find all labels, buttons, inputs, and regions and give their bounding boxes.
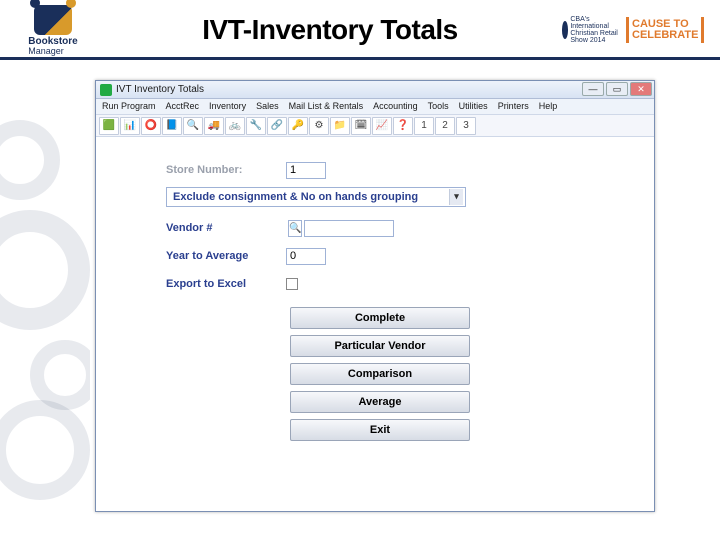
toolbar-num-2[interactable]: 2	[435, 117, 455, 135]
toolbar-icon-13[interactable]: 🗓	[351, 117, 371, 135]
toolbar-icon-6[interactable]: 🚚	[204, 117, 224, 135]
toolbar-num-3[interactable]: 3	[456, 117, 476, 135]
toolbar-icon-8[interactable]: 🔧	[246, 117, 266, 135]
toolbar-icon-14[interactable]: 📈	[372, 117, 392, 135]
slide-header: Bookstore Manager IVT-Inventory Totals C…	[0, 0, 720, 60]
menu-help[interactable]: Help	[539, 101, 558, 114]
toolbar-icon-10[interactable]: 🔑	[288, 117, 308, 135]
button-stack: Complete Particular Vendor Comparison Av…	[166, 307, 594, 441]
menu-mail-list[interactable]: Mail List & Rentals	[289, 101, 364, 114]
toolbar-icon-1[interactable]: 🟩	[99, 117, 119, 135]
sidebar-decorative	[0, 60, 90, 540]
export-checkbox[interactable]	[286, 278, 298, 290]
complete-button[interactable]: Complete	[290, 307, 470, 329]
year-input[interactable]	[286, 248, 326, 265]
toolbar-icon-7[interactable]: 🚲	[225, 117, 245, 135]
brand-text: Bookstore Manager	[28, 37, 77, 58]
toolbar-icon-9[interactable]: 🔗	[267, 117, 287, 135]
window-titlebar[interactable]: IVT Inventory Totals — ▭ ✕	[96, 81, 654, 99]
year-label: Year to Average	[166, 250, 286, 262]
vendor-input[interactable]	[304, 220, 394, 237]
toolbar-icon-12[interactable]: 📁	[330, 117, 350, 135]
form-area: Store Number: Exclude consignment & No o…	[96, 137, 654, 449]
cba-logo-block: CBA's International Christian Retail Sho…	[562, 16, 622, 44]
close-button[interactable]: ✕	[630, 82, 652, 96]
toolbar-icon-help[interactable]: ❓	[393, 117, 413, 135]
toolbar-icon-2[interactable]: 📊	[120, 117, 140, 135]
brand-left: Bookstore Manager	[8, 2, 98, 58]
toolbar-icon-4[interactable]: 📘	[162, 117, 182, 135]
app-window: IVT Inventory Totals — ▭ ✕ Run Program A…	[95, 80, 655, 512]
menu-sales[interactable]: Sales	[256, 101, 279, 114]
vendor-lookup-icon[interactable]: 🔍	[288, 220, 302, 237]
store-number-label: Store Number:	[166, 164, 286, 176]
menubar: Run Program AcctRec Inventory Sales Mail…	[96, 99, 654, 115]
vendor-label: Vendor #	[166, 222, 286, 234]
menu-tools[interactable]: Tools	[428, 101, 449, 114]
toolbar: 🟩 📊 ⭕ 📘 🔍 🚚 🚲 🔧 🔗 🔑 ⚙ 📁 🗓 📈 ❓ 1 2 3	[96, 115, 654, 137]
toolbar-icon-11[interactable]: ⚙	[309, 117, 329, 135]
toolbar-icon-3[interactable]: ⭕	[141, 117, 161, 135]
toolbar-icon-5[interactable]: 🔍	[183, 117, 203, 135]
menu-run-program[interactable]: Run Program	[102, 101, 156, 114]
cba-logo-icon	[562, 21, 568, 39]
minimize-button[interactable]: —	[582, 82, 604, 96]
chevron-down-icon: ▾	[449, 189, 463, 205]
average-button[interactable]: Average	[290, 391, 470, 413]
brand-right: CBA's International Christian Retail Sho…	[562, 5, 712, 55]
menu-acctrec[interactable]: AcctRec	[166, 101, 200, 114]
grouping-dropdown[interactable]: Exclude consignment & No on hands groupi…	[166, 187, 466, 207]
slide-title: IVT-Inventory Totals	[98, 14, 562, 46]
particular-vendor-button[interactable]: Particular Vendor	[290, 335, 470, 357]
grouping-dropdown-label: Exclude consignment & No on hands groupi…	[173, 191, 418, 203]
comparison-button[interactable]: Comparison	[290, 363, 470, 385]
menu-printers[interactable]: Printers	[498, 101, 529, 114]
export-label: Export to Excel	[166, 278, 286, 290]
toolbar-num-1[interactable]: 1	[414, 117, 434, 135]
window-title: IVT Inventory Totals	[116, 84, 204, 95]
store-number-input[interactable]	[286, 162, 326, 179]
menu-accounting[interactable]: Accounting	[373, 101, 418, 114]
maximize-button[interactable]: ▭	[606, 82, 628, 96]
window-icon	[100, 84, 112, 96]
menu-inventory[interactable]: Inventory	[209, 101, 246, 114]
exit-button[interactable]: Exit	[290, 419, 470, 441]
cause-to-celebrate: CAUSE TO CELEBRATE	[626, 17, 704, 43]
bookstore-manager-logo	[34, 5, 72, 35]
menu-utilities[interactable]: Utilities	[459, 101, 488, 114]
